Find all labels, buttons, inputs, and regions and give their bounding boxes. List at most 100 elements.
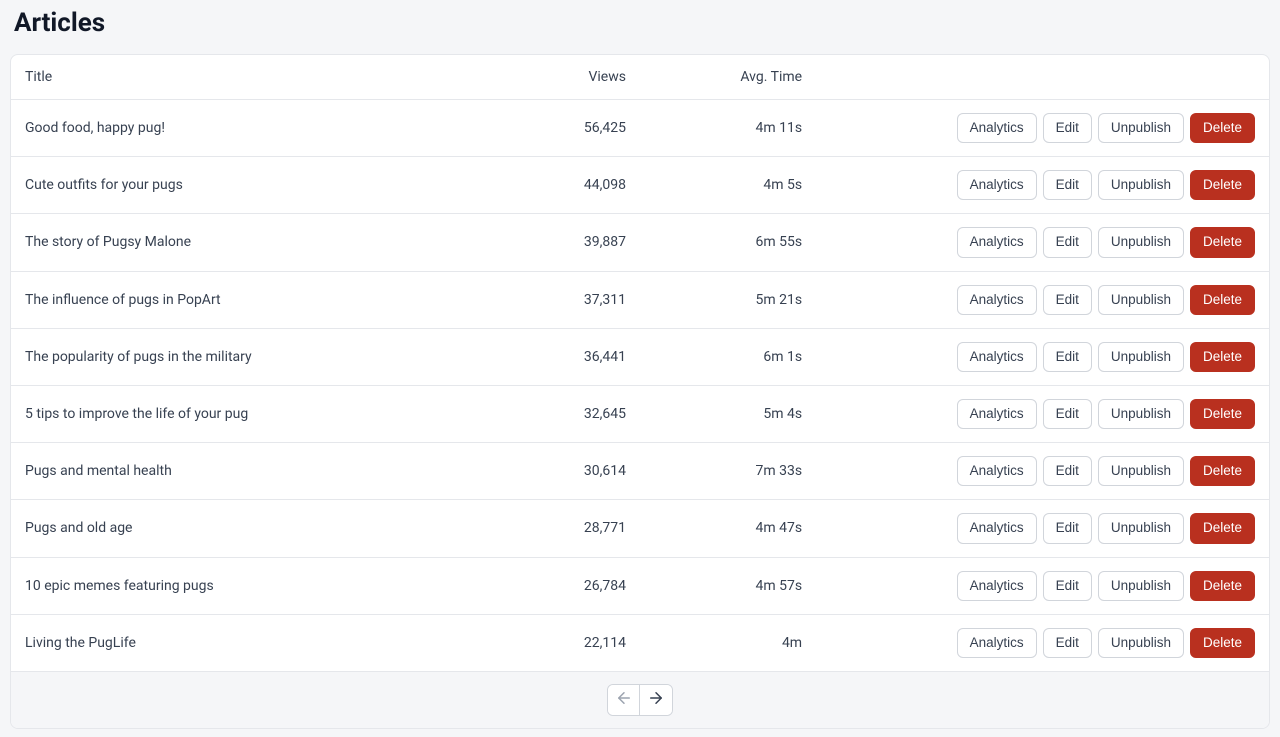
delete-button[interactable]: Delete bbox=[1190, 571, 1255, 601]
analytics-button[interactable]: Analytics bbox=[957, 227, 1037, 257]
analytics-button[interactable]: Analytics bbox=[957, 285, 1037, 315]
cell-title: The influence of pugs in PopArt bbox=[11, 271, 489, 328]
header-actions bbox=[816, 55, 1269, 100]
table-row: The influence of pugs in PopArt37,3115m … bbox=[11, 271, 1269, 328]
cell-actions: AnalyticsEditUnpublishDelete bbox=[816, 100, 1269, 157]
delete-button[interactable]: Delete bbox=[1190, 285, 1255, 315]
analytics-button[interactable]: Analytics bbox=[957, 513, 1037, 543]
unpublish-button[interactable]: Unpublish bbox=[1098, 342, 1184, 372]
unpublish-button[interactable]: Unpublish bbox=[1098, 399, 1184, 429]
cell-title: 10 epic memes featuring pugs bbox=[11, 557, 489, 614]
delete-button[interactable]: Delete bbox=[1190, 113, 1255, 143]
cell-views: 30,614 bbox=[489, 443, 640, 500]
articles-card: Title Views Avg. Time Good food, happy p… bbox=[10, 54, 1270, 729]
next-page-button[interactable] bbox=[640, 685, 672, 715]
cell-title: Good food, happy pug! bbox=[11, 100, 489, 157]
cell-title: Pugs and mental health bbox=[11, 443, 489, 500]
unpublish-button[interactable]: Unpublish bbox=[1098, 227, 1184, 257]
unpublish-button[interactable]: Unpublish bbox=[1098, 170, 1184, 200]
delete-button[interactable]: Delete bbox=[1190, 513, 1255, 543]
table-header-row: Title Views Avg. Time bbox=[11, 55, 1269, 100]
cell-actions: AnalyticsEditUnpublishDelete bbox=[816, 328, 1269, 385]
cell-actions: AnalyticsEditUnpublishDelete bbox=[816, 614, 1269, 671]
cell-title: Cute outfits for your pugs bbox=[11, 157, 489, 214]
delete-button[interactable]: Delete bbox=[1190, 399, 1255, 429]
cell-avg-time: 5m 4s bbox=[640, 385, 816, 442]
table-row: Cute outfits for your pugs44,0984m 5sAna… bbox=[11, 157, 1269, 214]
analytics-button[interactable]: Analytics bbox=[957, 628, 1037, 658]
edit-button[interactable]: Edit bbox=[1043, 342, 1092, 372]
pagination-bar bbox=[11, 671, 1269, 728]
analytics-button[interactable]: Analytics bbox=[957, 456, 1037, 486]
cell-views: 56,425 bbox=[489, 100, 640, 157]
unpublish-button[interactable]: Unpublish bbox=[1098, 456, 1184, 486]
cell-title: Living the PugLife bbox=[11, 614, 489, 671]
analytics-button[interactable]: Analytics bbox=[957, 571, 1037, 601]
edit-button[interactable]: Edit bbox=[1043, 628, 1092, 658]
arrow-left-icon bbox=[615, 689, 633, 710]
edit-button[interactable]: Edit bbox=[1043, 513, 1092, 543]
table-row: 5 tips to improve the life of your pug32… bbox=[11, 385, 1269, 442]
cell-views: 32,645 bbox=[489, 385, 640, 442]
unpublish-button[interactable]: Unpublish bbox=[1098, 113, 1184, 143]
cell-title: The story of Pugsy Malone bbox=[11, 214, 489, 271]
cell-avg-time: 6m 55s bbox=[640, 214, 816, 271]
edit-button[interactable]: Edit bbox=[1043, 285, 1092, 315]
edit-button[interactable]: Edit bbox=[1043, 571, 1092, 601]
cell-avg-time: 5m 21s bbox=[640, 271, 816, 328]
delete-button[interactable]: Delete bbox=[1190, 456, 1255, 486]
unpublish-button[interactable]: Unpublish bbox=[1098, 571, 1184, 601]
edit-button[interactable]: Edit bbox=[1043, 113, 1092, 143]
delete-button[interactable]: Delete bbox=[1190, 628, 1255, 658]
analytics-button[interactable]: Analytics bbox=[957, 113, 1037, 143]
cell-views: 26,784 bbox=[489, 557, 640, 614]
page-title: Articles bbox=[10, 8, 1270, 38]
edit-button[interactable]: Edit bbox=[1043, 399, 1092, 429]
cell-title: The popularity of pugs in the military bbox=[11, 328, 489, 385]
prev-page-button[interactable] bbox=[608, 685, 640, 715]
analytics-button[interactable]: Analytics bbox=[957, 342, 1037, 372]
cell-actions: AnalyticsEditUnpublishDelete bbox=[816, 271, 1269, 328]
edit-button[interactable]: Edit bbox=[1043, 170, 1092, 200]
cell-avg-time: 4m 57s bbox=[640, 557, 816, 614]
unpublish-button[interactable]: Unpublish bbox=[1098, 628, 1184, 658]
delete-button[interactable]: Delete bbox=[1190, 342, 1255, 372]
edit-button[interactable]: Edit bbox=[1043, 456, 1092, 486]
unpublish-button[interactable]: Unpublish bbox=[1098, 285, 1184, 315]
table-row: Pugs and old age28,7714m 47sAnalyticsEdi… bbox=[11, 500, 1269, 557]
analytics-button[interactable]: Analytics bbox=[957, 170, 1037, 200]
table-row: Pugs and mental health30,6147m 33sAnalyt… bbox=[11, 443, 1269, 500]
table-row: The popularity of pugs in the military36… bbox=[11, 328, 1269, 385]
articles-table: Title Views Avg. Time Good food, happy p… bbox=[11, 55, 1269, 671]
arrow-right-icon bbox=[647, 689, 665, 710]
cell-views: 44,098 bbox=[489, 157, 640, 214]
cell-views: 36,441 bbox=[489, 328, 640, 385]
cell-views: 39,887 bbox=[489, 214, 640, 271]
unpublish-button[interactable]: Unpublish bbox=[1098, 513, 1184, 543]
cell-actions: AnalyticsEditUnpublishDelete bbox=[816, 385, 1269, 442]
table-row: Living the PugLife22,1144mAnalyticsEditU… bbox=[11, 614, 1269, 671]
cell-actions: AnalyticsEditUnpublishDelete bbox=[816, 443, 1269, 500]
cell-avg-time: 6m 1s bbox=[640, 328, 816, 385]
cell-title: 5 tips to improve the life of your pug bbox=[11, 385, 489, 442]
cell-actions: AnalyticsEditUnpublishDelete bbox=[816, 557, 1269, 614]
header-title: Title bbox=[11, 55, 489, 100]
cell-actions: AnalyticsEditUnpublishDelete bbox=[816, 500, 1269, 557]
delete-button[interactable]: Delete bbox=[1190, 170, 1255, 200]
edit-button[interactable]: Edit bbox=[1043, 227, 1092, 257]
cell-views: 22,114 bbox=[489, 614, 640, 671]
cell-views: 37,311 bbox=[489, 271, 640, 328]
table-row: Good food, happy pug!56,4254m 11sAnalyti… bbox=[11, 100, 1269, 157]
cell-avg-time: 7m 33s bbox=[640, 443, 816, 500]
cell-title: Pugs and old age bbox=[11, 500, 489, 557]
cell-actions: AnalyticsEditUnpublishDelete bbox=[816, 157, 1269, 214]
header-views: Views bbox=[489, 55, 640, 100]
analytics-button[interactable]: Analytics bbox=[957, 399, 1037, 429]
delete-button[interactable]: Delete bbox=[1190, 227, 1255, 257]
cell-avg-time: 4m 5s bbox=[640, 157, 816, 214]
cell-avg-time: 4m 47s bbox=[640, 500, 816, 557]
cell-avg-time: 4m 11s bbox=[640, 100, 816, 157]
pager bbox=[607, 684, 673, 716]
table-row: The story of Pugsy Malone39,8876m 55sAna… bbox=[11, 214, 1269, 271]
cell-actions: AnalyticsEditUnpublishDelete bbox=[816, 214, 1269, 271]
